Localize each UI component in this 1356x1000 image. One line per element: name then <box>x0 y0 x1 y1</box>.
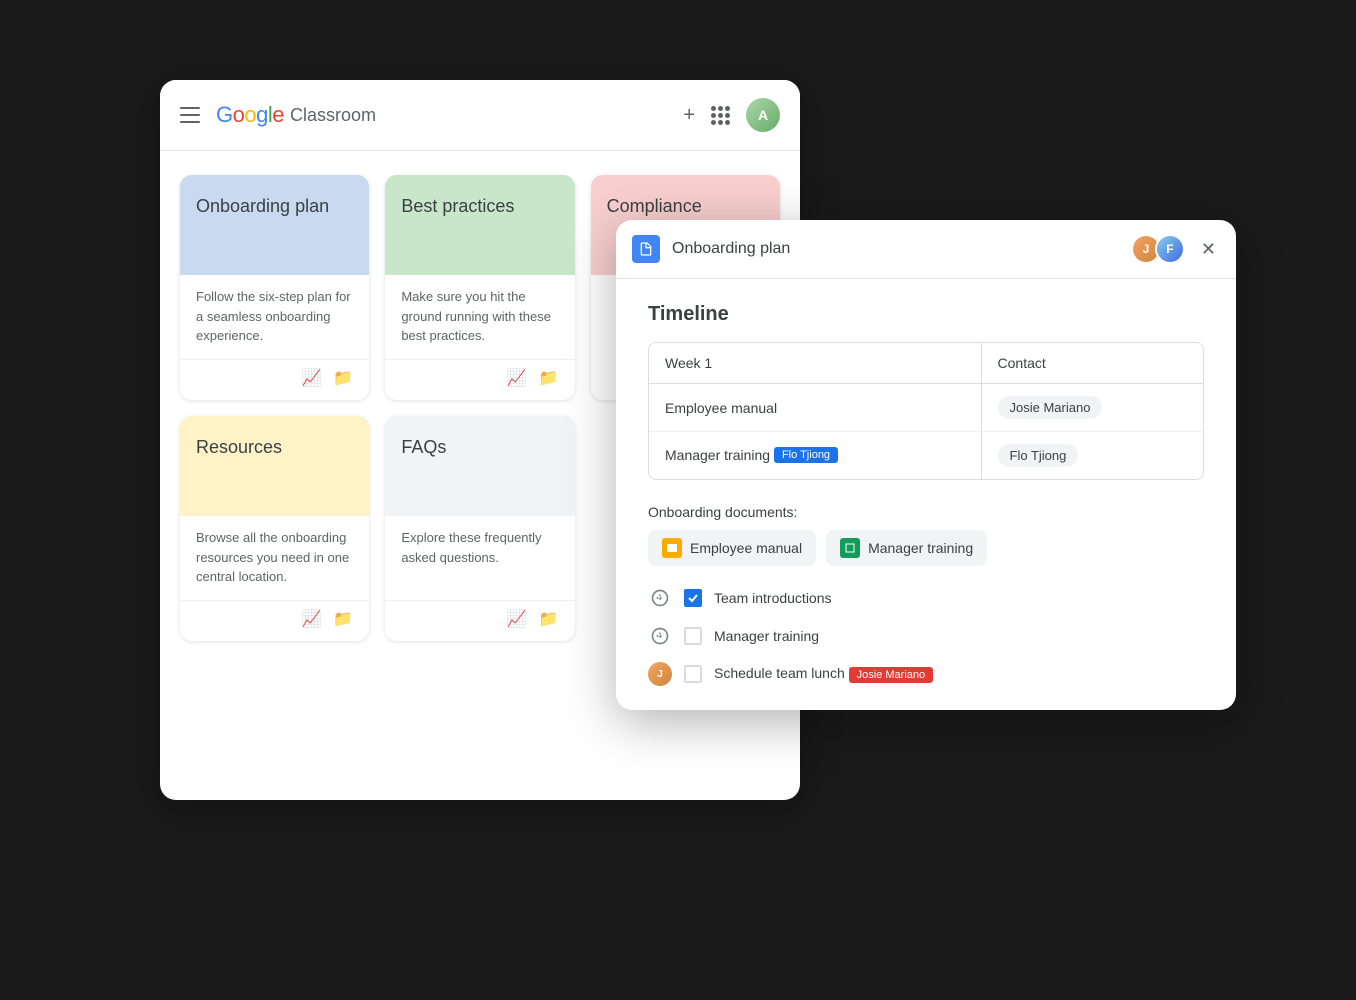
card-body-faqs: Explore these frequently asked questions… <box>385 516 574 600</box>
card-footer-onboarding: 📈 📁 <box>180 359 369 400</box>
trend-icon-4: 📈 <box>507 609 527 629</box>
checklist-avatar-3: J <box>648 662 672 686</box>
app-brand-label: Classroom <box>290 105 376 126</box>
close-button[interactable]: ✕ <box>1197 235 1220 264</box>
doc-chips-container: Employee manual Manager training <box>648 530 1204 566</box>
doc-chip-manager-training[interactable]: Manager training <box>826 530 987 566</box>
checkmark-icon <box>687 592 699 604</box>
sheets-svg <box>844 542 856 554</box>
checklist-text-1: Team introductions <box>714 590 832 606</box>
apps-grid-button[interactable] <box>711 106 730 125</box>
card-body-resources: Browse all the onboarding resources you … <box>180 516 369 600</box>
trend-icon-2: 📈 <box>507 368 527 388</box>
table-cell-contact-2: Flo Tjiong <box>981 432 1203 480</box>
table-row: Employee manual Josie Mariano <box>649 384 1203 432</box>
slides-svg <box>666 542 678 554</box>
checkbox-2[interactable] <box>684 627 702 645</box>
section-title-timeline: Timeline <box>648 303 1204 326</box>
onboarding-docs-label: Onboarding documents: <box>648 504 1204 520</box>
card-title-onboarding: Onboarding plan <box>196 195 353 218</box>
checklist-item-1: Team introductions <box>648 586 1204 610</box>
timeline-table: Week 1 Contact Employee manual Josie Mar… <box>648 342 1204 480</box>
folder-icon: 📁 <box>333 368 353 388</box>
card-title-faqs: FAQs <box>401 436 558 459</box>
doc-panel: Onboarding plan J F ✕ Timeline Week 1 Co… <box>616 220 1236 710</box>
collaborator-avatar-2: F <box>1155 234 1185 264</box>
sheets-icon <box>840 538 860 558</box>
card-footer-resources: 📈 📁 <box>180 600 369 641</box>
card-description-resources: Browse all the onboarding resources you … <box>196 528 353 588</box>
card-onboarding[interactable]: Onboarding plan Follow the six-step plan… <box>180 175 369 400</box>
card-description-best-practices: Make sure you hit the ground running wit… <box>401 287 558 347</box>
cursor-label-josie: Josie Mariano <box>849 667 933 683</box>
checkbox-3[interactable] <box>684 665 702 683</box>
doc-panel-title: Onboarding plan <box>672 240 1119 258</box>
checklist-add-icon-1 <box>648 586 672 610</box>
contact-chip-flo: Flo Tjiong <box>998 444 1079 467</box>
card-faqs[interactable]: FAQs Explore these frequently asked ques… <box>385 416 574 641</box>
card-header-resources: Resources <box>180 416 369 516</box>
user-avatar[interactable]: A <box>746 98 780 132</box>
doc-chip-label-manual: Employee manual <box>690 540 802 556</box>
classroom-header: Google Classroom + A <box>160 80 800 151</box>
onboarding-docs-section: Onboarding documents: Employee manual <box>648 504 1204 566</box>
slides-icon <box>662 538 682 558</box>
doc-panel-header: Onboarding plan J F ✕ <box>616 220 1236 279</box>
card-best-practices[interactable]: Best practices Make sure you hit the gro… <box>385 175 574 400</box>
checklist-item-2: Manager training <box>648 624 1204 648</box>
doc-chip-employee-manual[interactable]: Employee manual <box>648 530 816 566</box>
table-row: Manager training Flo Tjiong Flo Tjiong <box>649 432 1203 480</box>
google-logo: Google <box>216 102 284 128</box>
checklist-add-icon-2 <box>648 624 672 648</box>
doc-chip-label-training: Manager training <box>868 540 973 556</box>
cursor-label-flo: Flo Tjiong <box>774 447 838 463</box>
card-title-compliance: Compliance <box>607 195 764 218</box>
checklist-section: Team introductions Manager training J <box>648 586 1204 686</box>
docs-svg-icon <box>638 241 654 257</box>
table-cell-contact-1: Josie Mariano <box>981 384 1203 432</box>
card-header-faqs: FAQs <box>385 416 574 516</box>
card-header-onboarding: Onboarding plan <box>180 175 369 275</box>
card-footer-faqs: 📈 📁 <box>385 600 574 641</box>
doc-content: Timeline Week 1 Contact Employee manual <box>616 279 1236 710</box>
folder-icon-4: 📁 <box>539 609 559 629</box>
docs-app-icon <box>632 235 660 263</box>
checklist-item-3: J Schedule team lunch Josie Mariano <box>648 662 1204 686</box>
add-button[interactable]: + <box>683 104 695 127</box>
table-cell-week-2: Manager training Flo Tjiong <box>649 432 981 480</box>
header-actions: + A <box>683 98 780 132</box>
checklist-text-3: Schedule team lunch Josie Mariano <box>714 665 933 683</box>
card-title-resources: Resources <box>196 436 353 459</box>
trend-icon-3: 📈 <box>301 609 321 629</box>
checkbox-1[interactable] <box>684 589 702 607</box>
folder-icon-3: 📁 <box>333 609 353 629</box>
contact-chip-josie: Josie Mariano <box>998 396 1103 419</box>
table-cell-week-1: Employee manual <box>649 384 981 432</box>
card-footer-best-practices: 📈 📁 <box>385 359 574 400</box>
hamburger-icon[interactable] <box>180 107 200 123</box>
trend-icon: 📈 <box>301 368 321 388</box>
folder-icon-2: 📁 <box>539 368 559 388</box>
checklist-text-2: Manager training <box>714 628 819 644</box>
doc-collaborators: J F <box>1131 234 1185 264</box>
card-body-best-practices: Make sure you hit the ground running wit… <box>385 275 574 359</box>
table-header-contact: Contact <box>981 343 1203 384</box>
card-description-onboarding: Follow the six-step plan for a seamless … <box>196 287 353 347</box>
table-header-week: Week 1 <box>649 343 981 384</box>
grid-icon <box>711 106 730 125</box>
card-body-onboarding: Follow the six-step plan for a seamless … <box>180 275 369 359</box>
card-description-faqs: Explore these frequently asked questions… <box>401 528 558 588</box>
card-title-best-practices: Best practices <box>401 195 558 218</box>
card-header-best-practices: Best practices <box>385 175 574 275</box>
card-resources[interactable]: Resources Browse all the onboarding reso… <box>180 416 369 641</box>
